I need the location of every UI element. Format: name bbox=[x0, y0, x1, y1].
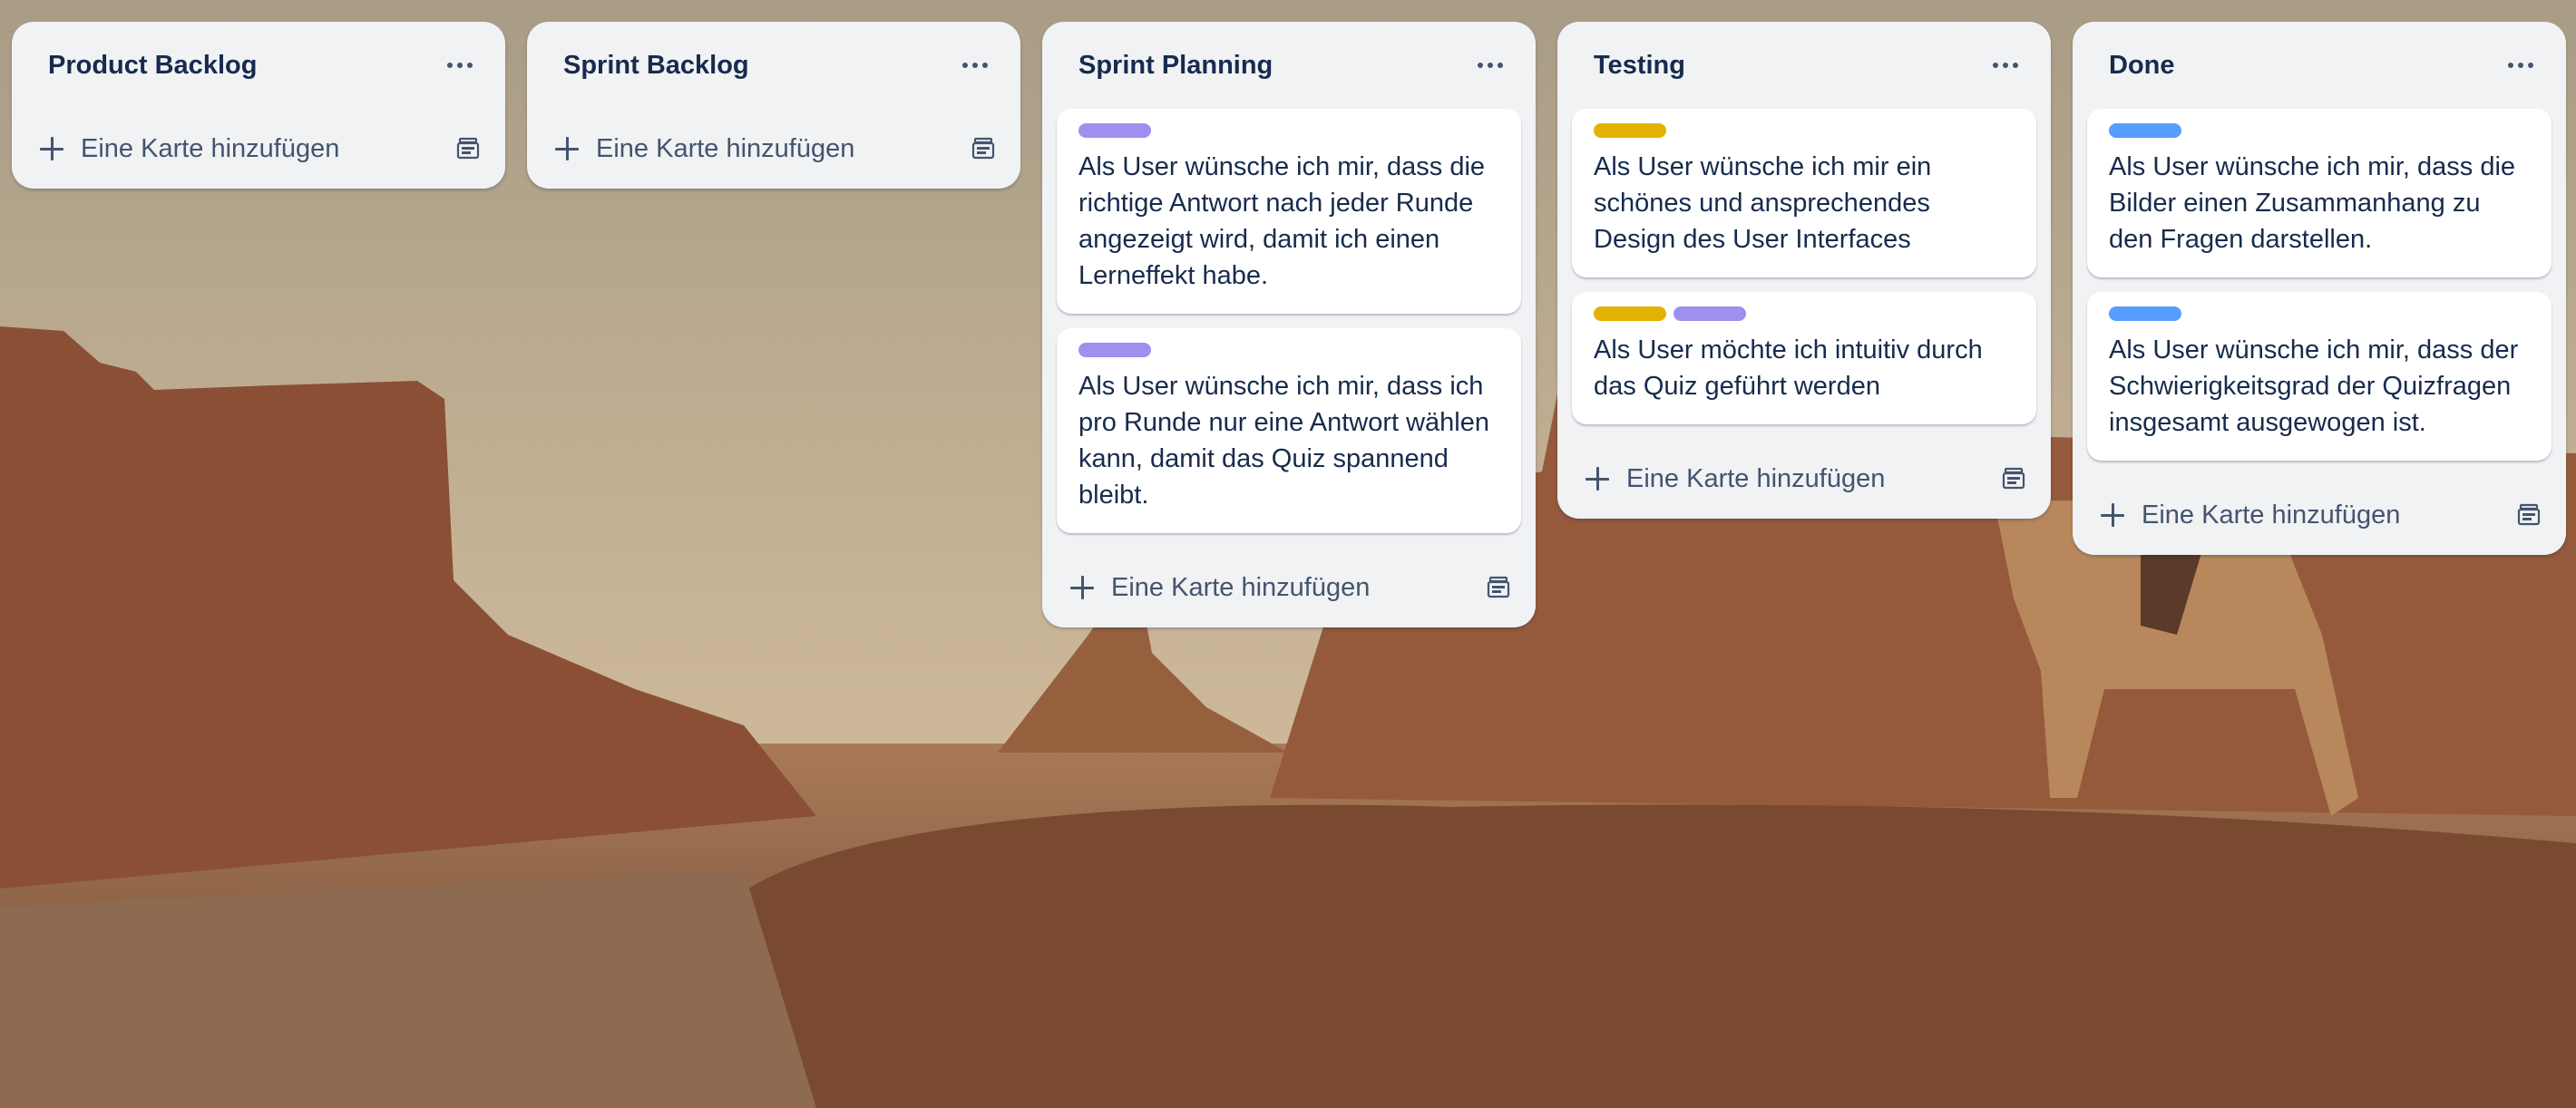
card-title: Als User wünsche ich mir ein schönes und… bbox=[1594, 152, 1932, 254]
card[interactable]: Als User wünsche ich mir ein schönes und… bbox=[1572, 109, 2036, 277]
card-title: Als User wünsche ich mir, dass die Bilde… bbox=[2109, 152, 2516, 254]
list-menu-button[interactable] bbox=[440, 45, 480, 85]
plus-icon bbox=[1585, 466, 1610, 491]
list-header[interactable]: Sprint Planning bbox=[1042, 22, 1536, 109]
list-title[interactable]: Testing bbox=[1594, 51, 1685, 81]
add-card-button[interactable]: Eine Karte hinzufügen bbox=[1585, 464, 1885, 494]
card-template-icon bbox=[2517, 503, 2541, 526]
label-purple[interactable] bbox=[1078, 343, 1151, 357]
card-title: Als User wünsche ich mir, dass ich pro R… bbox=[1078, 372, 1490, 510]
add-card-label: Eine Karte hinzufügen bbox=[596, 133, 855, 163]
plus-icon bbox=[1069, 575, 1095, 600]
list-title[interactable]: Done bbox=[2109, 51, 2175, 81]
card-template-icon bbox=[1487, 576, 1510, 598]
label-yellow[interactable] bbox=[1594, 306, 1666, 321]
plus-icon bbox=[554, 136, 580, 161]
list-testing[interactable]: Testing Als User wünsche ich mir ein schö… bbox=[1557, 22, 2051, 519]
list-title[interactable]: Product Backlog bbox=[48, 51, 257, 81]
add-card-button[interactable]: Eine Karte hinzufügen bbox=[39, 134, 339, 164]
label-blue[interactable] bbox=[2109, 306, 2181, 321]
card-title: Als User wünsche ich mir, dass der Schwi… bbox=[2109, 335, 2519, 437]
card-list: Als User wünsche ich mir ein schönes und… bbox=[1557, 109, 2051, 424]
label-yellow[interactable] bbox=[1594, 123, 1666, 138]
ellipsis-icon bbox=[1478, 63, 1503, 68]
list-menu-button[interactable] bbox=[1986, 45, 2025, 85]
list-header[interactable]: Sprint Backlog bbox=[527, 22, 1020, 109]
ellipsis-icon bbox=[2508, 63, 2533, 68]
add-card-label: Eine Karte hinzufügen bbox=[2142, 500, 2401, 530]
create-from-template-button[interactable] bbox=[1487, 576, 1510, 599]
add-card-label: Eine Karte hinzufügen bbox=[81, 133, 340, 163]
card-labels bbox=[1078, 343, 1499, 357]
add-card-button[interactable]: Eine Karte hinzufügen bbox=[1069, 573, 1370, 603]
ellipsis-icon bbox=[1993, 63, 2018, 68]
card-labels bbox=[1594, 306, 2015, 321]
card[interactable]: Als User wünsche ich mir, dass ich pro R… bbox=[1057, 328, 1521, 533]
create-from-template-button[interactable] bbox=[2517, 503, 2541, 527]
add-card-label: Eine Karte hinzufügen bbox=[1626, 463, 1886, 493]
create-from-template-button[interactable] bbox=[456, 137, 480, 160]
card-labels bbox=[1594, 123, 2015, 138]
list-menu-button[interactable] bbox=[1470, 45, 1510, 85]
card-template-icon bbox=[2002, 467, 2025, 490]
ellipsis-icon bbox=[447, 63, 473, 68]
card-title: Als User möchte ich intuitiv durch das Q… bbox=[1594, 335, 1983, 401]
card-labels bbox=[2109, 123, 2530, 138]
add-card-row: Eine Karte hinzufügen bbox=[527, 109, 1020, 189]
list-header[interactable]: Product Backlog bbox=[12, 22, 505, 109]
ellipsis-icon bbox=[962, 63, 988, 68]
card[interactable]: Als User möchte ich intuitiv durch das Q… bbox=[1572, 292, 2036, 424]
add-card-row: Eine Karte hinzufügen bbox=[12, 109, 505, 189]
board: Product Backlog Eine Karte hinzufügen Spri… bbox=[0, 0, 2576, 1108]
card-template-icon bbox=[456, 137, 480, 160]
list-sprint-planning[interactable]: Sprint Planning Als User wünsche ich mir,… bbox=[1042, 22, 1536, 627]
label-purple[interactable] bbox=[1078, 123, 1151, 138]
add-card-button[interactable]: Eine Karte hinzufügen bbox=[2100, 501, 2400, 530]
list-header[interactable]: Testing bbox=[1557, 22, 2051, 109]
card-list: Als User wünsche ich mir, dass die richt… bbox=[1042, 109, 1536, 533]
card-list: Als User wünsche ich mir, dass die Bilde… bbox=[2073, 109, 2566, 461]
card[interactable]: Als User wünsche ich mir, dass die richt… bbox=[1057, 109, 1521, 314]
list-sprint-backlog[interactable]: Sprint Backlog Eine Karte hinzufügen bbox=[527, 22, 1020, 189]
label-blue[interactable] bbox=[2109, 123, 2181, 138]
plus-icon bbox=[39, 136, 64, 161]
list-menu-button[interactable] bbox=[955, 45, 995, 85]
list-title[interactable]: Sprint Planning bbox=[1078, 51, 1273, 81]
list-menu-button[interactable] bbox=[2501, 45, 2541, 85]
list-product-backlog[interactable]: Product Backlog Eine Karte hinzufügen bbox=[12, 22, 505, 189]
list-title[interactable]: Sprint Backlog bbox=[563, 51, 749, 81]
plus-icon bbox=[2100, 502, 2125, 528]
card[interactable]: Als User wünsche ich mir, dass die Bilde… bbox=[2087, 109, 2552, 277]
label-purple[interactable] bbox=[1673, 306, 1746, 321]
add-card-label: Eine Karte hinzufügen bbox=[1111, 572, 1371, 602]
list-header[interactable]: Done bbox=[2073, 22, 2566, 109]
card-labels bbox=[2109, 306, 2530, 321]
add-card-row: Eine Karte hinzufügen bbox=[2073, 475, 2566, 555]
add-card-button[interactable]: Eine Karte hinzufügen bbox=[554, 134, 854, 164]
create-from-template-button[interactable] bbox=[2002, 467, 2025, 491]
card-template-icon bbox=[971, 137, 995, 160]
card-title: Als User wünsche ich mir, dass die richt… bbox=[1078, 152, 1486, 290]
add-card-row: Eine Karte hinzufügen bbox=[1557, 439, 2051, 519]
list-done[interactable]: Done Als User wünsche ich mir, dass die B… bbox=[2073, 22, 2566, 555]
card-labels bbox=[1078, 123, 1499, 138]
add-card-row: Eine Karte hinzufügen bbox=[1042, 548, 1536, 627]
card[interactable]: Als User wünsche ich mir, dass der Schwi… bbox=[2087, 292, 2552, 461]
create-from-template-button[interactable] bbox=[971, 137, 995, 160]
